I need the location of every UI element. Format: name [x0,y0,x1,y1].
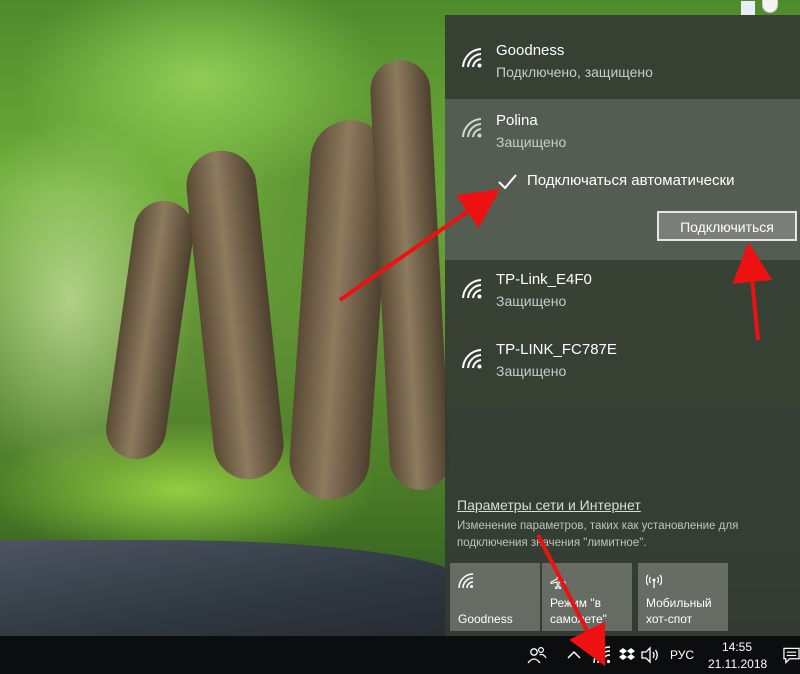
hotspot-icon [646,574,662,588]
wifi-tray-icon[interactable] [593,646,611,664]
network-settings-description: Изменение параметров, таких как установл… [457,520,739,549]
network-name: Polina [496,112,538,129]
network-settings-link[interactable]: Параметры сети и Интернет [457,497,641,513]
action-center-icon[interactable] [783,646,800,664]
people-icon[interactable] [527,646,547,664]
clock-time[interactable]: 14:55 [722,640,752,654]
network-name: TP-Link_E4F0 [496,271,592,288]
wifi-icon [458,573,474,589]
network-name: TP-LINK_FC787E [496,341,617,358]
network-status: Подключено, защищено [496,64,653,80]
network-status: Защищено [496,363,567,379]
network-flyout: Goodness Подключено, защищено Polina Защ… [445,15,800,636]
connect-button[interactable]: Подключиться [657,211,797,241]
wifi-signal-icon [462,349,482,369]
quick-action-airplane-tile[interactable]: Режим "в самолете" [542,563,632,631]
network-name: Goodness [496,42,565,59]
airplane-icon [550,573,566,589]
network-status: Защищено [496,134,567,150]
input-language-indicator[interactable]: РУС [670,648,694,662]
auto-connect-label: Подключаться автоматически [527,172,735,189]
network-item-tp-link-fc787e[interactable]: TP-LINK_FC787E Защищено [445,330,800,398]
network-item-goodness[interactable]: Goodness Подключено, защищено [445,15,800,99]
volume-icon[interactable] [640,646,660,664]
chevron-up-icon[interactable] [567,646,581,664]
wifi-signal-icon [462,48,482,68]
checkmark-icon[interactable] [496,171,518,193]
network-item-polina[interactable]: Polina Защищено Подключаться автоматичес… [445,99,800,260]
quick-action-label: Мобильный хот-спот [646,596,712,626]
clock-date[interactable]: 21.11.2018 [708,657,767,671]
wifi-signal-icon [462,279,482,299]
quick-action-wifi-tile[interactable]: Goodness [450,563,540,631]
quick-action-hotspot-tile[interactable]: Мобильный хот-спот [638,563,728,631]
taskbar: РУС 14:55 21.11.2018 [0,636,800,674]
wallpaper-road [0,540,460,636]
quick-action-label: Режим "в самолете" [550,596,607,626]
desktop-shortcut-icon[interactable] [741,1,755,15]
network-item-tp-link-e4f0[interactable]: TP-Link_E4F0 Защищено [445,260,800,328]
dropbox-icon[interactable] [618,646,636,664]
network-status: Защищено [496,293,567,309]
wifi-signal-icon [462,118,482,138]
quick-action-label: Goodness [458,612,513,626]
